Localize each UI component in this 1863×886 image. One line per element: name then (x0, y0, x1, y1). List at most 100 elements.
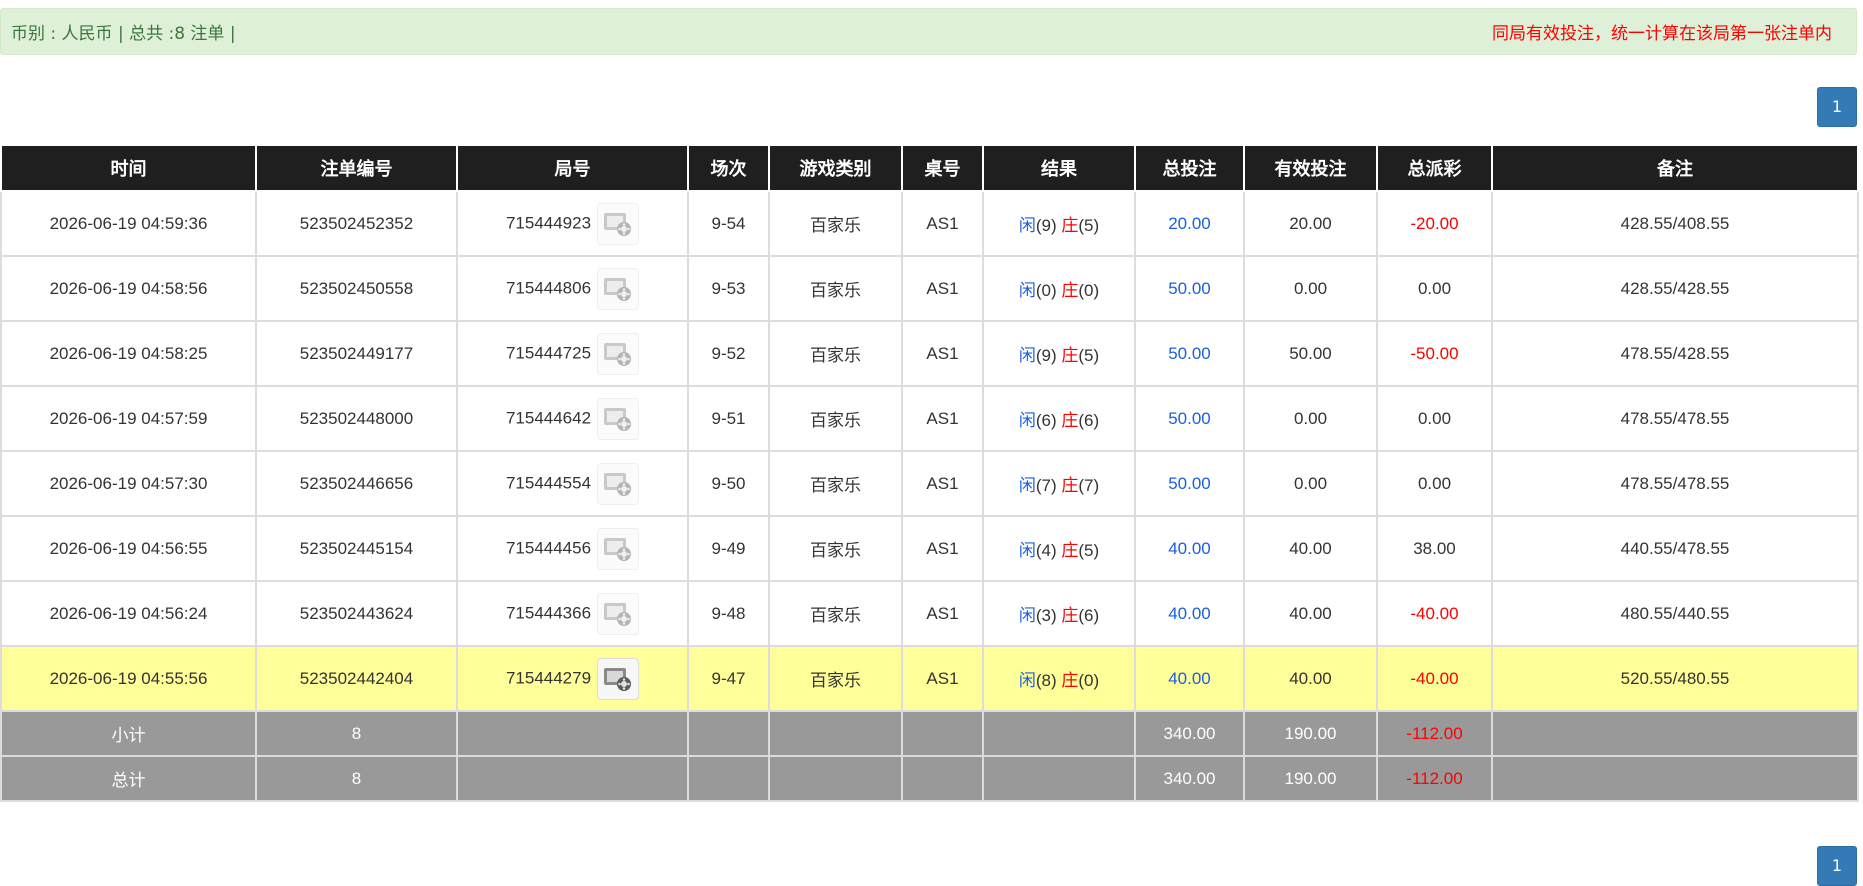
cell-payout: 38.00 (1376, 515, 1493, 582)
round-id-text: 715444554 (505, 472, 592, 492)
cell-game-type: 百家乐 (768, 320, 903, 387)
banker-score: (5) (1078, 216, 1100, 235)
footer-total-bet: 340.00 (1134, 755, 1245, 802)
footer-payout: -112.00 (1376, 710, 1493, 757)
footer-empty (456, 710, 689, 757)
player-label: 闲 (1018, 541, 1036, 561)
cell-game-type: 百家乐 (768, 190, 903, 257)
round-id-text: 715444923 (505, 212, 592, 232)
pagination-page-1-top[interactable]: 1 (1817, 87, 1857, 127)
cell-valid-bet: 40.00 (1243, 580, 1378, 647)
table-row: 2026-06-19 04:57:30 523502446656 715444554… (0, 450, 1859, 517)
player-label: 闲 (1018, 346, 1036, 366)
video-replay-icon[interactable] (597, 527, 640, 570)
video-replay-icon[interactable] (597, 332, 640, 375)
cell-result: 闲(7) 庄(7) (982, 450, 1136, 517)
table-header-row: 时间 注单编号 局号 场次 游戏类别 桌号 结果 总投注 有效投注 总派彩 备注 (0, 144, 1859, 192)
table-row: 2026-06-19 04:55:56 523502442404 715444279… (0, 645, 1859, 712)
cell-payout: 0.00 (1376, 385, 1493, 452)
header-col-total-bet: 总投注 (1134, 144, 1245, 192)
cell-round-id: 715444554 (456, 450, 689, 517)
footer-valid-bet: 190.00 (1243, 710, 1378, 757)
header-col-remark: 备注 (1491, 144, 1859, 192)
round-id-text: 715444806 (505, 277, 592, 297)
player-score: (7) (1035, 476, 1057, 495)
subtotal-row: 小计 8 340.00 190.00 -112.00 (0, 710, 1859, 757)
cell-game-type: 百家乐 (768, 255, 903, 322)
cell-result: 闲(6) 庄(6) (982, 385, 1136, 452)
bet-records-table: 时间 注单编号 局号 场次 游戏类别 桌号 结果 总投注 有效投注 总派彩 备注 2026-06-1… (0, 144, 1859, 802)
cell-bet-id: 523502442404 (255, 645, 458, 712)
cell-time: 2026-06-19 04:57:30 (0, 450, 257, 517)
footer-empty (768, 755, 903, 802)
cell-bet-id: 523502446656 (255, 450, 458, 517)
cell-game-type: 百家乐 (768, 645, 903, 712)
video-replay-icon[interactable] (597, 462, 640, 505)
cell-valid-bet: 40.00 (1243, 515, 1378, 582)
cell-total-bet: 40.00 (1134, 515, 1245, 582)
header-col-payout: 总派彩 (1376, 144, 1493, 192)
cell-valid-bet: 0.00 (1243, 450, 1378, 517)
cell-remark: 440.55/478.55 (1491, 515, 1859, 582)
header-col-round-id: 局号 (456, 144, 689, 192)
cell-game-type: 百家乐 (768, 580, 903, 647)
cell-session: 9-48 (687, 580, 770, 647)
cell-total-bet: 40.00 (1134, 580, 1245, 647)
footer-empty (687, 710, 770, 757)
header-col-result: 结果 (982, 144, 1136, 192)
cell-payout: 0.00 (1376, 255, 1493, 322)
banker-label: 庄 (1061, 541, 1079, 561)
video-replay-icon[interactable] (597, 657, 640, 700)
cell-session: 9-47 (687, 645, 770, 712)
banker-score: (6) (1078, 606, 1100, 625)
cell-total-bet: 50.00 (1134, 320, 1245, 387)
footer-empty (687, 755, 770, 802)
table-row: 2026-06-19 04:58:56 523502450558 715444806… (0, 255, 1859, 322)
banker-label: 庄 (1061, 281, 1079, 301)
player-score: (0) (1035, 281, 1057, 300)
currency-summary: 币别 : 人民币 | 总共 :8 注单 | (11, 24, 236, 44)
cell-time: 2026-06-19 04:56:24 (0, 580, 257, 647)
cell-payout: 0.00 (1376, 450, 1493, 517)
cell-remark: 428.55/428.55 (1491, 255, 1859, 322)
banker-score: (5) (1078, 541, 1100, 560)
footer-empty (901, 755, 984, 802)
cell-table-no: AS1 (901, 450, 984, 517)
cell-total-bet: 50.00 (1134, 255, 1245, 322)
cell-result: 闲(3) 庄(6) (982, 580, 1136, 647)
table-row: 2026-06-19 04:56:55 523502445154 715444456… (0, 515, 1859, 582)
footer-valid-bet: 190.00 (1243, 755, 1378, 802)
banker-score: (7) (1078, 476, 1100, 495)
cell-session: 9-52 (687, 320, 770, 387)
player-score: (6) (1035, 411, 1057, 430)
video-replay-icon[interactable] (597, 267, 640, 310)
round-id-text: 715444725 (505, 342, 592, 362)
cell-round-id: 715444725 (456, 320, 689, 387)
cell-table-no: AS1 (901, 645, 984, 712)
cell-table-no: AS1 (901, 320, 984, 387)
cell-remark: 478.55/478.55 (1491, 385, 1859, 452)
banker-score: (0) (1078, 281, 1100, 300)
footer-empty (982, 710, 1136, 757)
cell-table-no: AS1 (901, 385, 984, 452)
header-col-session: 场次 (687, 144, 770, 192)
pagination-page-1-bottom[interactable]: 1 (1817, 846, 1857, 886)
cell-time: 2026-06-19 04:55:56 (0, 645, 257, 712)
player-score: (9) (1035, 216, 1057, 235)
video-replay-icon[interactable] (597, 202, 640, 245)
grand-total-row: 总计 8 340.00 190.00 -112.00 (0, 755, 1859, 802)
footer-total-bet: 340.00 (1134, 710, 1245, 757)
cell-time: 2026-06-19 04:56:55 (0, 515, 257, 582)
cell-bet-id: 523502452352 (255, 190, 458, 257)
cell-time: 2026-06-19 04:59:36 (0, 190, 257, 257)
cell-game-type: 百家乐 (768, 515, 903, 582)
cell-payout: -20.00 (1376, 190, 1493, 257)
video-replay-icon[interactable] (597, 397, 640, 440)
footer-empty (982, 755, 1136, 802)
video-replay-icon[interactable] (597, 592, 640, 635)
round-id-text: 715444456 (505, 537, 592, 557)
banker-score: (5) (1078, 346, 1100, 365)
header-col-time: 时间 (0, 144, 257, 192)
cell-session: 9-54 (687, 190, 770, 257)
cell-session: 9-50 (687, 450, 770, 517)
